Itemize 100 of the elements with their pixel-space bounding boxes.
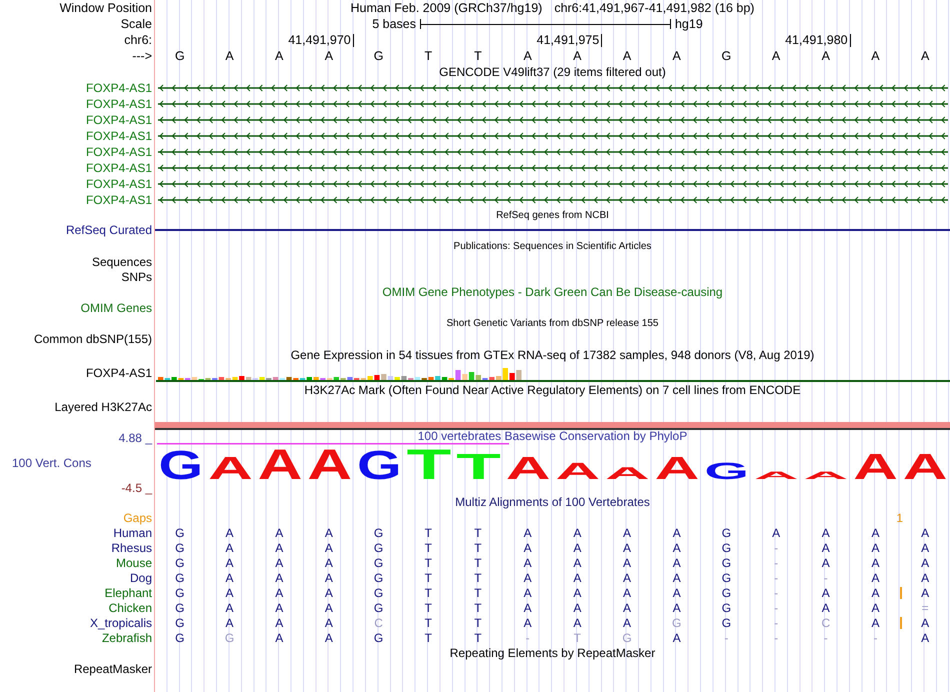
base-letter: G xyxy=(175,630,185,644)
track-title: Gene Expression in 54 tissues from GTEx RNA-seq of 17382 samples, 948 donors (V8, Aug 2019) xyxy=(290,348,814,362)
base-letter: A xyxy=(573,526,582,540)
base-letter: A xyxy=(226,556,234,570)
logo-letter: A xyxy=(505,450,550,483)
base-letter: A xyxy=(822,49,830,63)
base-letter: - xyxy=(774,616,778,630)
base-letter: A xyxy=(226,570,234,584)
species-label: Zebrafish xyxy=(102,632,152,644)
base-letter: A xyxy=(275,570,284,584)
species-label: Dog xyxy=(130,572,152,584)
base-letter: G xyxy=(374,540,384,554)
track-label: Layered H3K27Ac xyxy=(54,401,152,413)
base-letter: G xyxy=(175,616,185,630)
base-letter: A xyxy=(226,540,234,554)
base-letter: G xyxy=(722,570,732,584)
base-letter: T xyxy=(474,49,482,63)
base-letter: A xyxy=(921,540,930,554)
gene-label: FOXP4-AS1 xyxy=(86,98,152,110)
base-letter: A xyxy=(871,570,880,584)
base-letter: - xyxy=(873,630,878,644)
base-letter: A xyxy=(672,630,681,644)
logo-letter: G xyxy=(356,443,402,483)
base-letter: G xyxy=(722,526,732,540)
base-letter: A xyxy=(921,526,930,540)
base-letter: T xyxy=(474,630,482,644)
gene-label: FOXP4-AS1 xyxy=(86,162,152,174)
base-letter: A xyxy=(573,570,582,584)
gene-label: FOXP4-AS1 xyxy=(86,130,152,142)
base-letter: A xyxy=(524,600,532,614)
base-letter: A xyxy=(623,540,632,554)
logo-letter: G xyxy=(158,443,203,483)
base-letter: A xyxy=(921,630,930,644)
row-label: chr6: xyxy=(124,34,152,46)
base-letter: - xyxy=(824,630,828,644)
logo-letter: T xyxy=(456,446,500,483)
logo-letter: A xyxy=(754,470,798,482)
base-letter: A xyxy=(871,526,880,540)
base-letter: G xyxy=(722,616,732,630)
base-letter: T xyxy=(424,526,432,540)
position-text: chr6:41,491,967-41,491,982 (16 bp) xyxy=(554,1,754,15)
gene-label: FOXP4-AS1 xyxy=(86,194,152,206)
base-letter: A xyxy=(672,600,681,614)
base-letter: A xyxy=(324,616,333,630)
species-label: Chicken xyxy=(108,602,152,614)
base-letter: T xyxy=(474,556,482,570)
base-letter: A xyxy=(573,49,582,63)
row-label: Scale xyxy=(120,18,152,30)
base-letter: G xyxy=(672,616,682,630)
base-letter: A xyxy=(622,49,632,63)
base-letter: A xyxy=(324,540,333,554)
base-letter: A xyxy=(275,630,284,644)
base-letter: A xyxy=(822,556,830,570)
base-letter: A xyxy=(324,586,333,600)
base-letter: G xyxy=(175,526,185,540)
coordinate-tick: 41,491,970 xyxy=(288,34,354,46)
base-letter: T xyxy=(474,540,482,554)
base-letter: A xyxy=(324,600,333,614)
base-letter: G xyxy=(374,49,384,63)
base-letter: T xyxy=(424,600,432,614)
track-label: Gaps xyxy=(123,512,152,524)
axis-max: 4.88 _ xyxy=(118,432,152,444)
base-letter: T xyxy=(474,570,482,584)
base-letter: A xyxy=(275,616,284,630)
track-label: Common dbSNP(155) xyxy=(34,332,152,344)
base-letter: A xyxy=(921,586,930,600)
track-label: 100 Vert. Cons xyxy=(11,457,92,469)
track-label: RepeatMasker xyxy=(74,663,152,675)
base-letter: G xyxy=(175,540,185,554)
base-letter: - xyxy=(526,630,530,644)
base-letter: A xyxy=(871,540,880,554)
logo-letter: A xyxy=(257,443,302,483)
base-letter: G xyxy=(174,49,185,63)
gene-label: FOXP4-AS1 xyxy=(86,114,152,126)
base-letter: A xyxy=(920,49,930,63)
base-letter: A xyxy=(275,556,284,570)
base-letter: - xyxy=(724,630,728,644)
base-letter: G xyxy=(175,556,185,570)
base-letter: A xyxy=(275,540,284,554)
assembly-text: Human Feb. 2009 (GRCh37/hg19) xyxy=(350,1,542,15)
base-letter: A xyxy=(573,540,582,554)
species-label: X_tropicalis xyxy=(90,616,152,628)
base-letter: A xyxy=(226,586,234,600)
base-letter: T xyxy=(474,586,482,600)
base-letter: = xyxy=(922,600,929,614)
logo-letter: A xyxy=(208,450,252,483)
base-letter: A xyxy=(871,49,880,63)
logo-letter: A xyxy=(803,470,848,482)
base-letter: A xyxy=(324,526,333,540)
base-letter: C xyxy=(374,616,383,630)
base-letter: A xyxy=(921,570,930,584)
base-letter: T xyxy=(424,616,432,630)
base-letter: G xyxy=(722,540,732,554)
base-letter: A xyxy=(524,570,532,584)
base-letter: T xyxy=(424,49,432,63)
track-title: 100 vertebrates Basewise Conservation by PhyloP xyxy=(418,430,688,443)
base-letter: - xyxy=(774,630,778,644)
base-letter: A xyxy=(822,540,830,554)
logo-letter: A xyxy=(306,443,352,483)
base-letter: A xyxy=(623,526,632,540)
